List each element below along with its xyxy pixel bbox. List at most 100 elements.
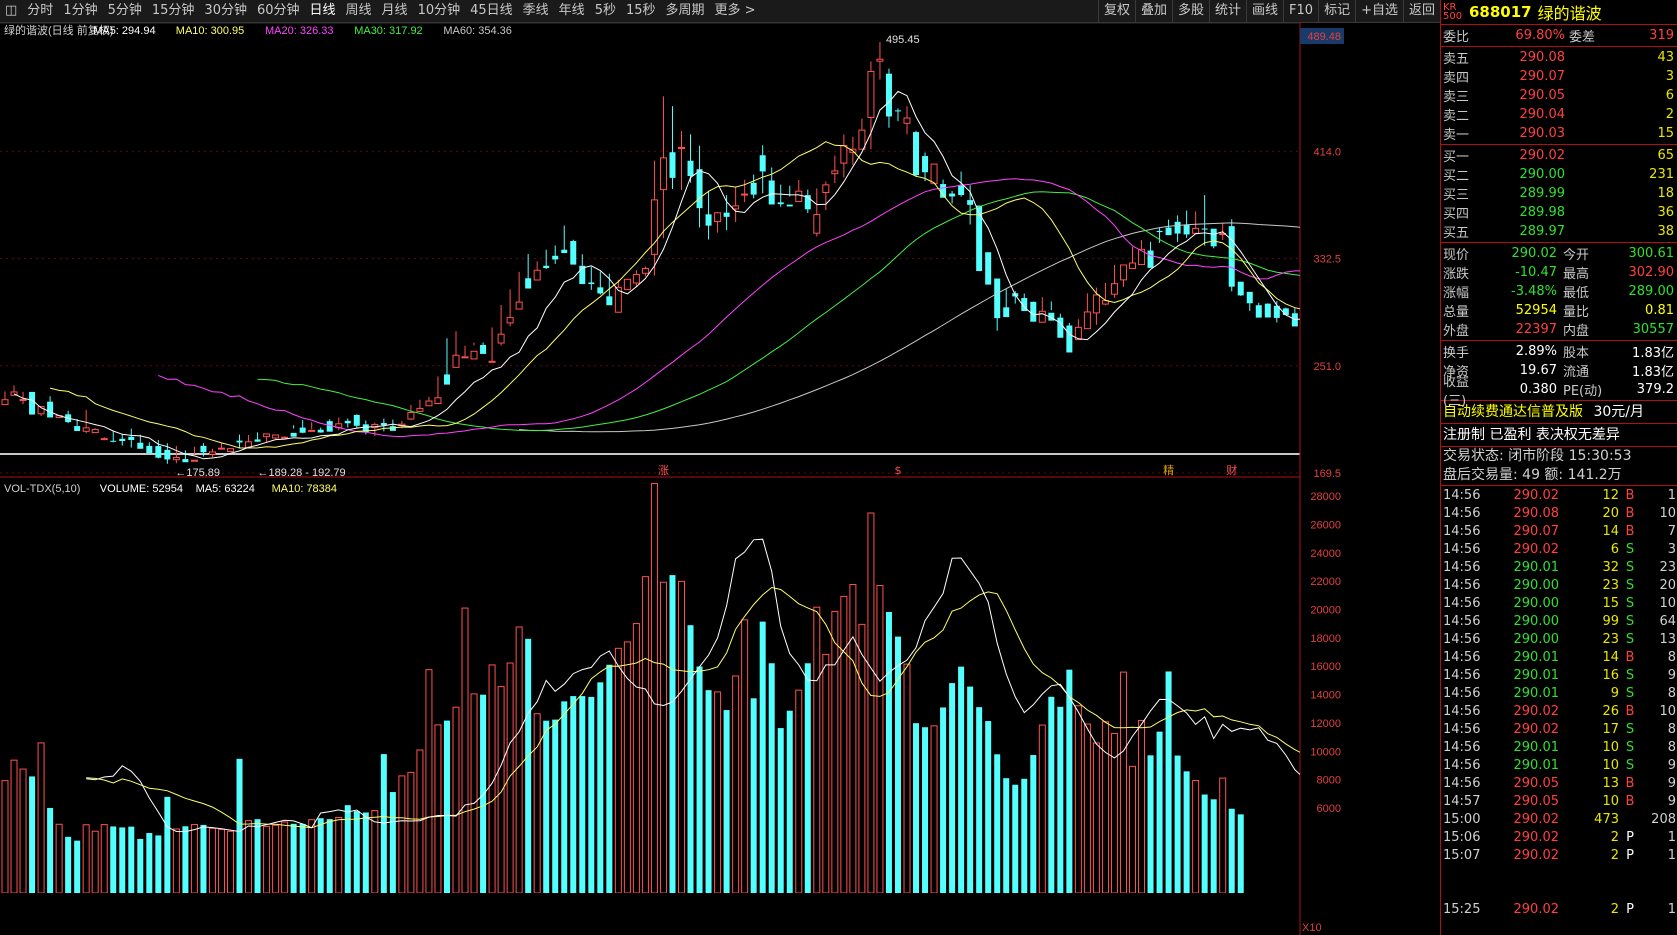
tool-button[interactable]: 叠加 xyxy=(1134,0,1172,22)
period-tab[interactable]: 多周期 xyxy=(661,0,710,22)
period-tab[interactable]: 月线 xyxy=(377,0,413,22)
candle-body xyxy=(659,157,667,191)
ask-row[interactable]: 卖四 290.07 3 xyxy=(1441,67,1677,86)
volume-bar xyxy=(1237,814,1244,893)
tick-row: 14:56 290.02 12 B 1 xyxy=(1443,487,1676,503)
menu-icon[interactable]: ◫ xyxy=(0,0,22,22)
candle-body xyxy=(1228,226,1235,287)
period-tab[interactable]: 年线 xyxy=(554,0,590,22)
quote-panel: KR 500 688017 绿的谐波 委比 69.80% 委差 319 卖五 290… xyxy=(1440,0,1677,935)
candle-body xyxy=(164,449,171,460)
candle-body xyxy=(922,156,929,173)
candle-body xyxy=(470,350,478,360)
ask-row[interactable]: 卖一 290.03 15 xyxy=(1441,124,1677,143)
tick-row: 14:56 290.07 14 B 7 xyxy=(1443,523,1676,539)
event-marker: 涨 xyxy=(658,464,669,477)
tick-row xyxy=(1441,882,1677,900)
tool-button[interactable]: 统计 xyxy=(1209,0,1246,22)
volume-bar xyxy=(1012,784,1019,893)
tool-button[interactable]: 标记 xyxy=(1318,0,1355,22)
period-tab[interactable]: 15分钟 xyxy=(147,0,200,22)
tool-button[interactable]: 多股 xyxy=(1171,0,1209,22)
ask-row[interactable]: 卖二 290.04 2 xyxy=(1441,105,1677,124)
candle-layer xyxy=(1,42,1325,464)
ask-book: 卖五 290.08 43 卖四 290.07 3 卖三 290.05 6 卖二 290.04 2 卖一 2… xyxy=(1441,47,1677,145)
bid-row[interactable]: 买一 290.02 65 xyxy=(1441,146,1677,165)
candle-body xyxy=(1319,301,1325,315)
vol-ma5-legend: MA5: 63224 xyxy=(196,483,255,495)
candle-body xyxy=(208,451,216,455)
candle-body xyxy=(254,439,261,442)
ask-row[interactable]: 卖三 290.05 6 xyxy=(1441,86,1677,105)
tick-row: 14:56 290.00 15 S 10 xyxy=(1443,595,1676,611)
candle-body xyxy=(217,447,225,450)
tick-row: 14:56 290.01 9 S 8 xyxy=(1443,685,1676,701)
ad-banner[interactable]: 自动续费通达信普及版 30元/月 xyxy=(1441,401,1677,424)
tool-button[interactable]: 画线 xyxy=(1246,0,1283,22)
period-tab[interactable]: 30分钟 xyxy=(199,0,252,22)
ma60-legend: MA60: 354.36 xyxy=(443,25,512,37)
candle-body xyxy=(533,269,541,281)
volume-bar xyxy=(858,623,866,893)
tick-row: 14:56 290.01 10 S 9 xyxy=(1443,757,1676,773)
period-tab[interactable]: 45日线 xyxy=(465,0,518,22)
volume-bar xyxy=(317,818,324,893)
period-tab[interactable]: 5分钟 xyxy=(103,0,147,22)
period-tab[interactable]: 周线 xyxy=(341,0,377,22)
volume-bar xyxy=(182,826,189,893)
candle-body xyxy=(641,268,649,274)
period-tab[interactable]: 更多 > xyxy=(710,0,761,22)
candle-body xyxy=(425,400,433,407)
volume-bar xyxy=(976,707,983,893)
volume-bar xyxy=(236,758,243,893)
candle-body xyxy=(632,274,640,284)
bid-row[interactable]: 买二 290.00 231 xyxy=(1441,165,1677,184)
candle-body xyxy=(119,438,126,442)
ask-row[interactable]: 卖五 290.08 43 xyxy=(1441,48,1677,67)
candle-body xyxy=(669,152,676,178)
bid-row[interactable]: 买五 289.97 38 xyxy=(1441,222,1677,241)
volume-bar xyxy=(1,780,9,893)
period-tab[interactable]: 分时 xyxy=(22,0,58,22)
period-tab[interactable]: 季线 xyxy=(518,0,554,22)
volume-bar xyxy=(525,638,532,893)
vol-ma5-line xyxy=(86,538,1300,833)
bid-row[interactable]: 买四 289.98 36 xyxy=(1441,203,1677,222)
tool-button[interactable]: 返回 xyxy=(1402,0,1440,22)
bid-row[interactable]: 买三 289.99 18 xyxy=(1441,184,1677,203)
tool-button[interactable]: +自选 xyxy=(1355,0,1403,22)
tool-button[interactable]: 复权 xyxy=(1097,0,1135,22)
period-tab[interactable]: 60分钟 xyxy=(252,0,305,22)
period-tab[interactable]: 15秒 xyxy=(621,0,661,22)
candle-body xyxy=(200,445,207,453)
tick-row: 15:25 290.02 2 P 1 xyxy=(1443,901,1676,917)
kline-chart[interactable]: 495.45 ←175.89 ←189.28 - 192.79 涨 $ 精 财 489.48… xyxy=(0,22,1440,935)
candle-body xyxy=(317,429,324,433)
candle-body xyxy=(344,420,351,424)
volume-bar xyxy=(940,707,947,893)
period-tab[interactable]: 5秒 xyxy=(590,0,621,22)
weibi-row: 委比 69.80% 委差 319 xyxy=(1441,25,1677,47)
volume-bar xyxy=(714,691,722,893)
tick-row: 14:56 290.00 99 S 64 xyxy=(1443,613,1676,629)
volume-bar xyxy=(137,838,144,893)
candle-body xyxy=(480,344,487,354)
candle-body xyxy=(110,440,117,442)
volume-bar xyxy=(1092,742,1100,893)
candle-body xyxy=(47,401,54,418)
fund-row: 收益(三) 0.380 PE(动) 379.2 xyxy=(1443,374,1674,409)
volume-bar xyxy=(290,823,297,893)
period-tab[interactable]: 日线 xyxy=(305,0,341,22)
candle-body xyxy=(1310,304,1316,309)
candle-body xyxy=(146,445,153,454)
tick-row: 14:56 290.01 14 B 8 xyxy=(1443,649,1676,665)
volume-bar xyxy=(200,824,207,893)
volume-bar xyxy=(1030,755,1037,893)
volume-axis-label: 24000 xyxy=(1310,548,1341,560)
tick-row: 15:07 290.02 2 P 1 xyxy=(1443,847,1676,863)
period-tab[interactable]: 1分钟 xyxy=(58,0,102,22)
volume-bar xyxy=(894,636,901,893)
tick-list[interactable]: 14:56 290.02 12 B 1 14:56 290.08 20 B 10 14:56 290.… xyxy=(1441,486,1677,918)
period-tab[interactable]: 10分钟 xyxy=(413,0,466,22)
tool-button[interactable]: F10 xyxy=(1283,0,1318,22)
